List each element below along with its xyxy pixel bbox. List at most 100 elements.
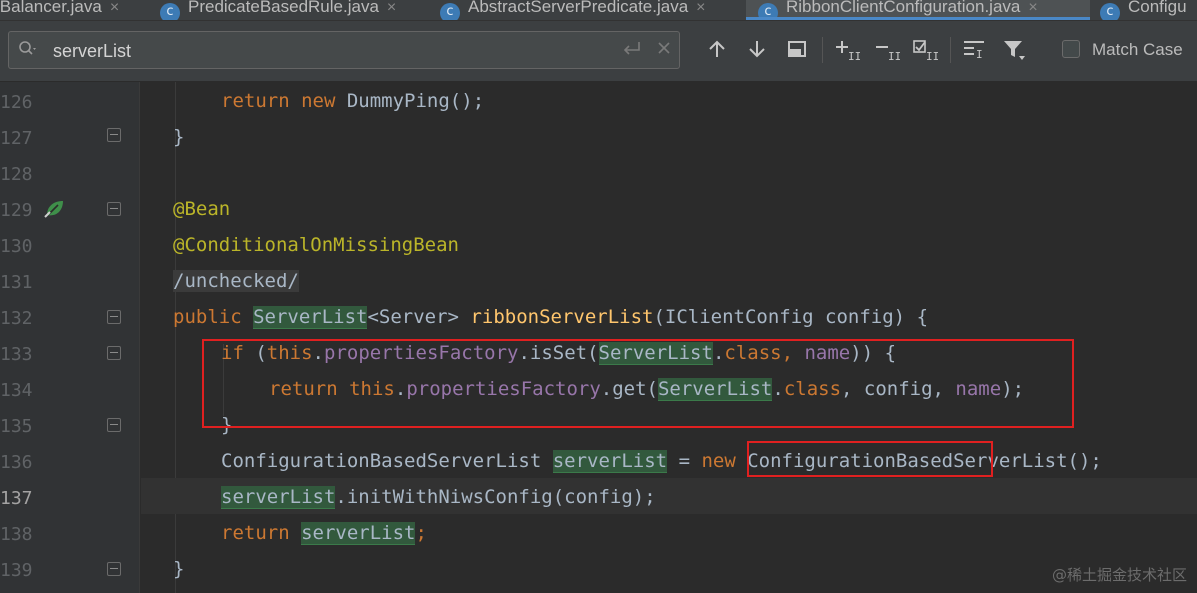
context-icon[interactable]: I (962, 38, 986, 65)
tab-loadbalancer[interactable]: lBalancer.java × (0, 0, 148, 20)
tab-label: AbstractServerPredicate.java (468, 0, 689, 16)
tab-configuration[interactable]: c Configu (1100, 0, 1197, 20)
comment: /unchecked/ (173, 270, 299, 292)
annotation-box (747, 441, 993, 477)
code-text: DummyPing(); (335, 90, 485, 112)
svg-text:II: II (888, 50, 900, 62)
line-number-current: 137 (0, 488, 33, 509)
tab-label: Configu (1128, 0, 1187, 16)
search-match: ServerList (253, 306, 368, 329)
select-all-icon[interactable]: II (912, 38, 939, 67)
tab-label: PredicateBasedRule.java (188, 0, 379, 16)
editor-tab-bar: lBalancer.java × c PredicateBasedRule.java… (0, 0, 1197, 21)
code-text: = (667, 450, 702, 472)
search-match: serverList (552, 450, 668, 473)
arrow-up-icon[interactable] (706, 38, 728, 65)
keyword: return (221, 90, 290, 112)
annotation: @Bean (173, 198, 231, 220)
class-icon: c (758, 3, 778, 20)
keyword: new (301, 90, 336, 112)
editor-gutter: 126 127 128 129 130 131 132 133 134 135 … (0, 82, 140, 593)
gutter-divider (139, 82, 140, 593)
keyword: new (701, 450, 736, 472)
line-number: 133 (0, 344, 33, 365)
fold-end-icon[interactable] (107, 418, 121, 432)
fold-start-icon[interactable] (107, 202, 121, 216)
fold-start-icon[interactable] (107, 346, 121, 360)
search-icon[interactable] (18, 40, 40, 63)
line-number: 130 (0, 236, 33, 257)
tab-close-icon[interactable]: × (387, 0, 396, 16)
tab-predicatebasedrule[interactable]: c PredicateBasedRule.java × (160, 0, 428, 20)
enter-icon (621, 39, 643, 64)
line-number: 126 (0, 92, 33, 113)
toolbar-separator (950, 37, 951, 63)
code-line-current: serverList.initWithNiwsConfig(config); (141, 478, 1197, 514)
line-number: 139 (0, 560, 33, 581)
keyword: return (221, 522, 290, 544)
line-number: 127 (0, 128, 33, 149)
code-text: } (173, 126, 185, 148)
match-case-label[interactable]: Match Case (1092, 40, 1183, 60)
svg-text:II: II (926, 50, 938, 62)
annotation: @ConditionalOnMissingBean (173, 234, 459, 256)
line-number: 131 (0, 272, 33, 293)
method-name: ribbonServerList (470, 306, 654, 328)
tab-label: RibbonClientConfiguration.java (786, 0, 1021, 16)
code-line: @Bean (141, 190, 1197, 226)
tab-abstractserverpredicate[interactable]: c AbstractServerPredicate.java × (440, 0, 740, 20)
line-number: 136 (0, 452, 33, 473)
class-icon: c (160, 3, 180, 20)
line-number: 128 (0, 164, 33, 185)
code-text: <Server> (367, 306, 471, 328)
code-text: (IClientConfig config) { (653, 306, 929, 328)
bean-navigation-icon[interactable] (44, 198, 66, 220)
code-line: public ServerList<Server> ribbonServerLi… (141, 298, 1197, 334)
search-field[interactable] (8, 31, 680, 69)
fold-start-icon[interactable] (107, 310, 121, 324)
class-icon: c (440, 3, 460, 20)
code-text: ConfigurationBasedServerList (221, 450, 553, 472)
code-line: } (141, 550, 1197, 586)
code-editor[interactable]: return new DummyPing(); } @Bean @Conditi… (141, 82, 1197, 593)
annotation-box (202, 339, 1074, 428)
filter-icon[interactable] (1002, 38, 1028, 67)
line-number: 135 (0, 416, 33, 437)
match-case-checkbox[interactable] (1062, 40, 1080, 58)
square-icon[interactable] (786, 38, 808, 65)
code-line: } (141, 118, 1197, 154)
keyword: public (173, 306, 242, 328)
watermark: @稀土掘金技术社区 (1051, 566, 1187, 584)
svg-text:II: II (848, 50, 860, 62)
class-icon: c (1100, 3, 1120, 20)
line-number: 134 (0, 380, 33, 401)
code-line: /unchecked/ (141, 262, 1197, 298)
clear-icon[interactable] (655, 38, 673, 63)
code-text: } (173, 558, 185, 580)
search-input[interactable] (51, 38, 575, 64)
tab-close-icon[interactable]: × (110, 0, 119, 16)
tab-ribbonclientconfiguration[interactable]: c RibbonClientConfiguration.java × (746, 0, 1090, 20)
find-bar: II II II I Match Case (0, 21, 1197, 82)
fold-end-icon[interactable] (107, 562, 121, 576)
toolbar-separator (822, 37, 823, 63)
line-number: 129 (0, 200, 33, 221)
code-text: .initWithNiwsConfig(config); (335, 486, 656, 508)
tab-label: lBalancer.java (0, 0, 102, 16)
tab-close-icon[interactable]: × (1028, 0, 1037, 16)
code-line: return new DummyPing(); (141, 82, 1197, 118)
tab-close-icon[interactable]: × (696, 0, 705, 16)
search-match: serverList (301, 522, 416, 545)
arrow-down-icon[interactable] (746, 38, 768, 65)
code-line: @ConditionalOnMissingBean (141, 226, 1197, 262)
fold-end-icon[interactable] (107, 128, 121, 142)
line-number: 138 (0, 524, 33, 545)
svg-text:I: I (976, 48, 983, 60)
remove-occurrence-icon[interactable]: II (874, 38, 901, 67)
code-line: ConfigurationBasedServerList serverList … (141, 442, 1197, 478)
search-match: serverList (221, 486, 336, 509)
line-number: 132 (0, 308, 33, 329)
code-line: return serverList; (141, 514, 1197, 550)
code-text: ; (415, 522, 427, 544)
add-occurrence-icon[interactable]: II (834, 38, 861, 67)
